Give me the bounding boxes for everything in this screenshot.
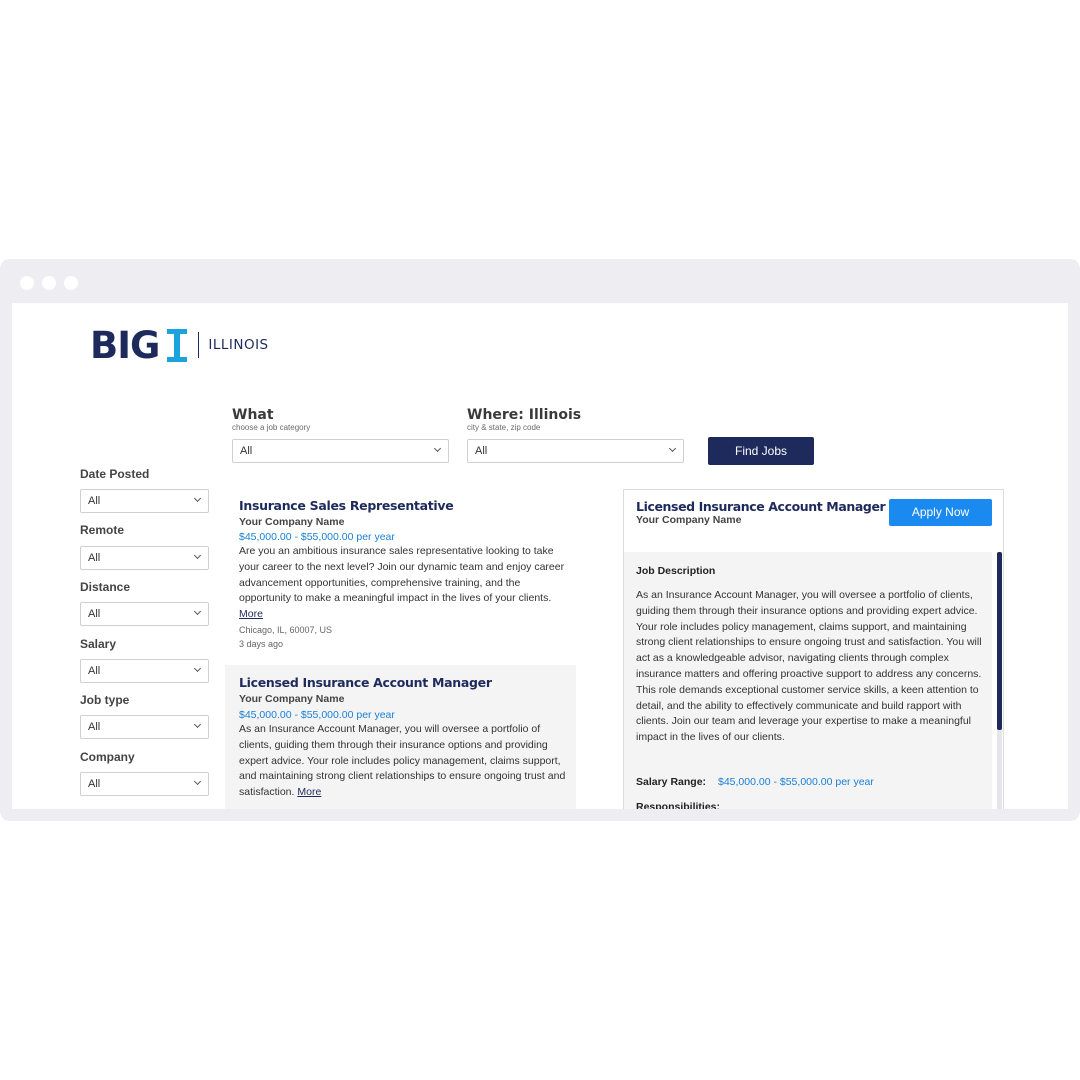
job-description-text: Are you an ambitious insurance sales rep… xyxy=(239,545,565,605)
filter-company-select[interactable]: All xyxy=(80,772,209,796)
filter-remote-label: Remote xyxy=(80,523,125,537)
job-description-text: As an Insurance Account Manager, you wil… xyxy=(239,723,566,799)
chevron-down-icon xyxy=(193,607,202,616)
filter-value: All xyxy=(88,552,101,564)
filter-distance-label: Distance xyxy=(80,580,131,594)
job-posted: 3 days ago xyxy=(239,639,284,649)
job-title[interactable]: Licensed Insurance Account Manager xyxy=(239,675,492,690)
filter-company-label: Company xyxy=(80,750,135,764)
window-dot-icon xyxy=(20,276,34,290)
chevron-down-icon xyxy=(193,777,202,786)
job-salary: $45,000.00 - $55,000.00 per year xyxy=(239,531,395,543)
detail-body: Job Description As an Insurance Account … xyxy=(624,552,992,809)
more-link[interactable]: More xyxy=(239,608,263,620)
filter-job-type-select[interactable]: All xyxy=(80,715,209,739)
what-label: What xyxy=(232,407,274,423)
where-select[interactable]: All xyxy=(467,439,684,463)
filter-remote-select[interactable]: All xyxy=(80,546,209,570)
job-detail-panel: Licensed Insurance Account Manager Your … xyxy=(623,489,1004,809)
chevron-down-icon xyxy=(193,720,202,729)
filter-value: All xyxy=(88,608,101,620)
chevron-down-icon xyxy=(193,494,202,503)
detail-scrollbar-thumb[interactable] xyxy=(997,552,1002,730)
filter-value: All xyxy=(88,665,101,677)
browser-window: BIG ILLINOIS What choose a job category … xyxy=(0,259,1080,821)
what-hint: choose a job category xyxy=(232,423,311,432)
responsibilities-heading: Responsibilities: xyxy=(636,801,721,809)
window-dot-icon xyxy=(64,276,78,290)
logo-i-mark-icon xyxy=(167,328,188,362)
salary-range-value: $45,000.00 - $55,000.00 per year xyxy=(718,776,874,788)
chevron-down-icon xyxy=(193,664,202,673)
what-select[interactable]: All xyxy=(232,439,449,463)
filter-value: All xyxy=(88,495,101,507)
job-salary: $45,000.00 - $55,000.00 per year xyxy=(239,709,395,721)
page-viewport: BIG ILLINOIS What choose a job category … xyxy=(12,303,1068,809)
filter-distance-select[interactable]: All xyxy=(80,602,209,626)
job-title[interactable]: Insurance Sales Representative xyxy=(239,498,454,513)
job-description: Are you an ambitious insurance sales rep… xyxy=(239,544,569,623)
logo-state-text: ILLINOIS xyxy=(208,337,269,353)
salary-range-label: Salary Range: xyxy=(636,776,707,788)
where-select-value: All xyxy=(475,445,488,457)
what-select-value: All xyxy=(240,445,253,457)
big-i-illinois-logo[interactable]: BIG ILLINOIS xyxy=(90,323,269,367)
window-dot-icon xyxy=(42,276,56,290)
job-card-selected[interactable]: Licensed Insurance Account Manager Your … xyxy=(225,665,576,809)
chevron-down-icon xyxy=(193,551,202,560)
logo-brand-text: BIG xyxy=(90,323,160,367)
filter-value: All xyxy=(88,721,101,733)
job-description: As an Insurance Account Manager, you wil… xyxy=(239,722,569,801)
job-location: Chicago, IL, 60007, US xyxy=(239,625,333,635)
detail-job-title: Licensed Insurance Account Manager xyxy=(636,499,886,514)
chevron-down-icon xyxy=(668,444,677,453)
where-label: Where: Illinois xyxy=(467,407,582,423)
job-description-heading: Job Description xyxy=(636,565,716,577)
filter-job-type-label: Job type xyxy=(80,693,130,707)
detail-description: As an Insurance Account Manager, you wil… xyxy=(636,589,982,744)
job-card[interactable]: Insurance Sales Representative Your Comp… xyxy=(225,488,576,658)
filter-value: All xyxy=(88,778,101,790)
logo-divider xyxy=(198,332,200,358)
apply-now-button[interactable]: Apply Now xyxy=(889,499,992,526)
chevron-down-icon xyxy=(433,444,442,453)
more-link[interactable]: More xyxy=(297,786,321,798)
job-company: Your Company Name xyxy=(239,516,345,528)
filter-date-posted-label: Date Posted xyxy=(80,467,150,481)
filter-date-posted-select[interactable]: All xyxy=(80,489,209,513)
job-company: Your Company Name xyxy=(239,693,345,705)
filter-salary-select[interactable]: All xyxy=(80,659,209,683)
where-hint: city & state, zip code xyxy=(467,423,541,432)
detail-company: Your Company Name xyxy=(636,514,742,526)
find-jobs-button[interactable]: Find Jobs xyxy=(708,437,814,465)
filter-salary-label: Salary xyxy=(80,637,117,651)
